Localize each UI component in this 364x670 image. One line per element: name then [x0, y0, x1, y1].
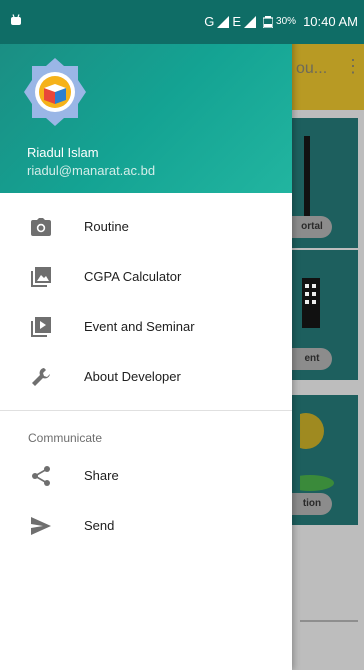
menu-item-label: Routine	[84, 219, 129, 234]
navigation-drawer: Riadul Islam riadul@manarat.ac.bd Routin…	[0, 0, 292, 670]
battery-percent: 30%	[276, 16, 297, 27]
card-label: tion	[292, 493, 332, 515]
menu-item-event-and-seminar[interactable]: Event and Seminar	[0, 302, 292, 352]
menu-item-send[interactable]: Send	[0, 501, 292, 551]
status-bar: G E 30% 10:40 AM	[0, 0, 364, 44]
camera-icon	[30, 217, 52, 237]
signal-icon	[244, 15, 257, 28]
status-time: 10:40 AM	[303, 14, 358, 29]
section-title-label: Communicate	[28, 431, 103, 445]
user-email: riadul@manarat.ac.bd	[27, 163, 156, 178]
menu-item-routine[interactable]: Routine	[0, 202, 292, 252]
sun-icon	[300, 413, 334, 491]
android-icon	[11, 14, 21, 25]
menu-item-cgpa-calculator[interactable]: CGPA Calculator	[0, 252, 292, 302]
battery-icon	[263, 15, 274, 28]
network-label: G	[204, 14, 215, 29]
status-indicators: G E 30% 10:40 AM	[204, 14, 358, 29]
menu-item-label: About Developer	[84, 369, 181, 384]
user-name: Riadul Islam	[27, 145, 99, 160]
menu-item-label: CGPA Calculator	[84, 269, 182, 284]
building-icon	[302, 278, 320, 328]
menu-item-share[interactable]: Share	[0, 451, 292, 501]
app-title-fragment: ou...	[296, 60, 328, 77]
background-card-student: ent	[292, 250, 358, 380]
slideshow-icon	[30, 317, 52, 337]
card-label: ent	[292, 348, 332, 370]
drawer-menu: Routine CGPA Calculator Event and Semina…	[0, 202, 292, 551]
send-icon	[30, 516, 52, 536]
background-card-education: tion	[292, 395, 358, 525]
card-label: ortal	[292, 216, 332, 238]
signal-icon	[217, 15, 230, 28]
more-vertical-icon[interactable]: ⋮	[344, 56, 362, 77]
network2-label: E	[232, 14, 242, 29]
menu-item-about-developer[interactable]: About Developer	[0, 352, 292, 402]
section-title-communicate: Communicate	[0, 411, 292, 451]
background-card-portal: ortal	[292, 118, 358, 248]
menu-item-label: Send	[84, 518, 115, 533]
gallery-icon	[30, 267, 52, 287]
building-icon	[304, 136, 310, 216]
share-icon	[30, 466, 52, 486]
menu-item-label: Event and Seminar	[84, 319, 195, 334]
menu-item-label: Share	[84, 468, 119, 483]
divider	[300, 620, 358, 622]
wrench-icon	[30, 367, 52, 387]
app-logo-icon	[24, 58, 86, 126]
